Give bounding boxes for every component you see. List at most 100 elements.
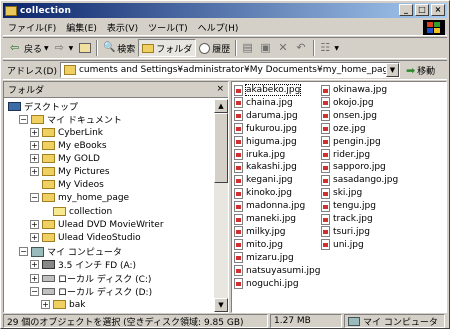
scroll-down-button[interactable]: ▼ xyxy=(214,298,228,312)
expand-icon[interactable]: + xyxy=(30,167,39,176)
tree-item[interactable]: collection xyxy=(41,206,112,217)
folders-button[interactable]: フォルダ xyxy=(138,39,197,57)
file-item[interactable]: iruka.jpg xyxy=(234,149,285,161)
file-item[interactable]: okinawa.jpg xyxy=(321,84,387,96)
tree-item-label: My GOLD xyxy=(58,153,100,164)
toolbar: ⇦ 戻る ▼ ⇨ ▼ 🔍 検索 フォルダ 履歴 ▤ ▣ ✕ ↶ ☷ ▼ xyxy=(3,37,447,59)
file-item[interactable]: rider.jpg xyxy=(321,149,370,161)
file-item[interactable]: milky.jpg xyxy=(234,226,286,238)
folder-pane-scrollbar[interactable]: ▲ ▼ xyxy=(214,99,228,312)
chevron-down-icon: ▼ xyxy=(44,44,49,52)
up-folder-button[interactable] xyxy=(76,39,94,57)
tree-item[interactable]: + My Pictures xyxy=(30,166,110,177)
history-button[interactable]: 履歴 xyxy=(196,39,233,57)
tree-item[interactable]: + Ulead DVD MovieWriter xyxy=(30,219,164,230)
file-item[interactable]: daruma.jpg xyxy=(234,110,298,122)
expand-icon[interactable]: + xyxy=(30,233,39,242)
address-dropdown-button[interactable]: ▼ xyxy=(385,63,399,77)
title-bar[interactable]: collection _ □ × xyxy=(3,3,447,18)
file-item[interactable]: tsuri.jpg xyxy=(321,226,370,238)
tree-item[interactable]: − ローカル ディスク (D:) xyxy=(30,286,152,298)
file-item[interactable]: track.jpg xyxy=(321,213,373,225)
tree-item[interactable]: + My GOLD xyxy=(30,153,100,164)
tree-item[interactable]: + Ulead VideoStudio xyxy=(30,232,141,243)
file-item[interactable]: sasadango.jpg xyxy=(321,174,398,186)
file-item[interactable]: chaina.jpg xyxy=(234,97,293,109)
jpeg-file-icon xyxy=(321,149,330,160)
file-item[interactable]: tengu.jpg xyxy=(321,200,376,212)
file-item[interactable]: oze.jpg xyxy=(321,123,366,135)
menu-tools[interactable]: ツール(T) xyxy=(143,21,193,34)
back-button[interactable]: ⇦ 戻る ▼ xyxy=(7,39,52,57)
menu-view[interactable]: 表示(V) xyxy=(102,21,143,34)
tree-item[interactable]: + My eBooks xyxy=(30,140,107,151)
copy-to-button[interactable]: ▣ xyxy=(257,39,275,57)
minimize-button[interactable]: _ xyxy=(399,4,413,16)
tree-item[interactable]: +3.5 インチ FD (A:) xyxy=(30,259,136,271)
tree-item[interactable]: My Videos xyxy=(30,179,104,190)
file-item[interactable]: ski.jpg xyxy=(321,187,362,199)
folder-pane-header: フォルダ × xyxy=(4,82,228,98)
collapse-icon[interactable]: − xyxy=(19,115,28,124)
collapse-icon[interactable]: − xyxy=(19,247,28,256)
scroll-up-button[interactable]: ▲ xyxy=(214,99,228,113)
expand-icon[interactable]: + xyxy=(30,274,39,283)
file-item[interactable]: mito.jpg xyxy=(234,239,283,251)
file-name: fukurou.jpg xyxy=(246,123,298,134)
tree-item[interactable]: − my_home_page xyxy=(30,192,129,203)
folder-icon xyxy=(31,115,44,124)
expand-icon[interactable]: + xyxy=(30,141,39,150)
folder-pane-title: フォルダ xyxy=(8,86,45,96)
file-item[interactable]: onsen.jpg xyxy=(321,110,377,122)
scroll-thumb[interactable] xyxy=(214,113,228,183)
menu-help[interactable]: ヘルプ(H) xyxy=(193,21,244,34)
search-button[interactable]: 🔍 検索 xyxy=(100,39,138,57)
tree-item[interactable]: デスクトップ xyxy=(8,101,78,113)
undo-button[interactable]: ↶ xyxy=(293,39,311,57)
file-name: mizaru.jpg xyxy=(246,252,294,263)
close-button[interactable]: × xyxy=(431,4,445,16)
menu-edit[interactable]: 編集(E) xyxy=(61,21,102,34)
file-item[interactable]: mizaru.jpg xyxy=(234,252,294,264)
tree-item[interactable]: − マイ コンピュータ xyxy=(19,246,122,258)
close-pane-button[interactable]: × xyxy=(216,84,224,94)
expand-icon[interactable]: + xyxy=(30,154,39,163)
file-item[interactable]: higuma.jpg xyxy=(234,136,297,148)
file-item[interactable]: madonna.jpg xyxy=(234,200,305,212)
jpeg-file-icon xyxy=(234,110,243,122)
address-input[interactable]: cuments and Settings¥administrator¥My Do… xyxy=(59,62,400,78)
file-item[interactable]: maneki.jpg xyxy=(234,213,296,225)
file-item[interactable]: akabeko.jpg xyxy=(234,84,302,96)
expand-icon[interactable]: + xyxy=(30,128,39,137)
tree-item[interactable]: + CyberLink xyxy=(30,127,103,138)
jpeg-file-icon xyxy=(321,213,330,225)
file-item[interactable]: kegani.jpg xyxy=(234,174,293,186)
move-to-button[interactable]: ▤ xyxy=(239,39,257,57)
forward-button[interactable]: ⇨ ▼ xyxy=(52,39,77,57)
file-item[interactable]: natsuyasumi.jpg xyxy=(234,265,320,277)
file-item[interactable]: kinoko.jpg xyxy=(234,187,292,199)
tree-item[interactable]: + bak xyxy=(41,299,85,310)
collapse-icon[interactable]: − xyxy=(30,193,39,202)
menu-bar: ファイル(F) 編集(E) 表示(V) ツール(T) ヘルプ(H) xyxy=(3,19,447,36)
delete-button[interactable]: ✕ xyxy=(275,39,293,57)
file-item[interactable]: fukurou.jpg xyxy=(234,123,297,135)
file-item[interactable]: uni.jpg xyxy=(321,239,364,251)
expand-icon[interactable]: + xyxy=(30,220,39,229)
file-item[interactable]: pengin.jpg xyxy=(321,136,381,148)
views-button[interactable]: ☷ ▼ xyxy=(317,39,342,57)
jpeg-file-icon xyxy=(321,84,330,96)
expand-icon[interactable]: + xyxy=(41,300,50,309)
go-button[interactable]: ➡ 移動 xyxy=(406,64,435,77)
tree-item[interactable]: + ローカル ディスク (C:) xyxy=(30,273,151,285)
tree-item[interactable]: − マイ ドキュメント xyxy=(19,114,122,126)
expand-icon[interactable]: + xyxy=(30,260,39,269)
file-item[interactable]: okojo.jpg xyxy=(321,97,374,109)
tree-item-label: マイ ドキュメント xyxy=(47,116,122,126)
menu-file[interactable]: ファイル(F) xyxy=(3,21,61,34)
maximize-button[interactable]: □ xyxy=(415,4,429,16)
file-item[interactable]: sapporo.jpg xyxy=(321,161,386,173)
file-item[interactable]: noguchi.jpg xyxy=(234,278,299,290)
file-item[interactable]: kakashi.jpg xyxy=(234,161,297,173)
collapse-icon[interactable]: − xyxy=(30,287,39,296)
